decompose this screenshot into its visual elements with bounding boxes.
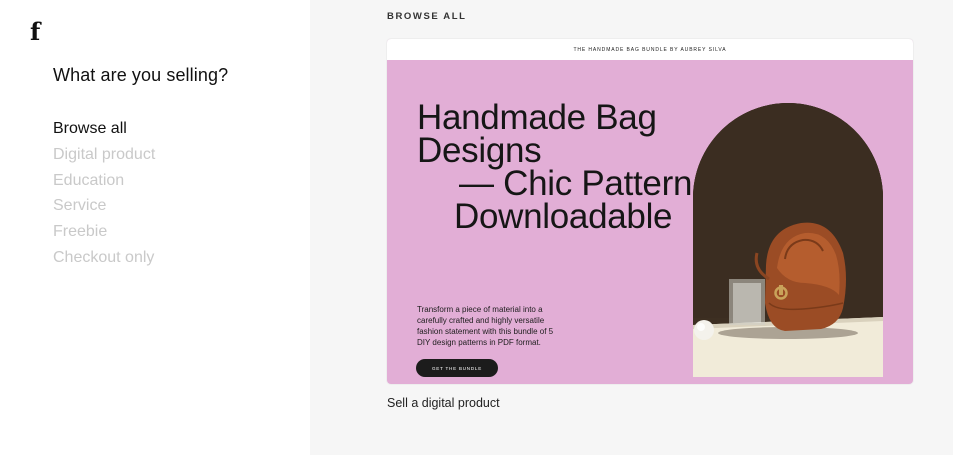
- template-caption[interactable]: Sell a digital product: [387, 396, 500, 410]
- preview-header: THE HANDMADE BAG BUNDLE BY AUBREY SILVA: [387, 39, 913, 60]
- template-gallery: BROWSE ALL THE HANDMADE BAG BUNDLE BY AU…: [310, 0, 953, 455]
- preview-header-text: THE HANDMADE BAG BUNDLE BY AUBREY SILVA: [573, 46, 727, 53]
- category-digital-product[interactable]: Digital product: [53, 142, 155, 168]
- category-browse-all[interactable]: Browse all: [53, 116, 155, 142]
- logo-icon[interactable]: f: [30, 20, 40, 44]
- preview-headline: Handmade Bag Designs — Chic Pattern Down…: [417, 98, 693, 236]
- headline-line: Handmade Bag: [417, 98, 657, 137]
- headline-line: Designs: [417, 131, 542, 170]
- headline-line: Downloadable: [454, 197, 673, 236]
- category-freebie[interactable]: Freebie: [53, 219, 155, 245]
- bag-illustration-icon: [693, 103, 883, 377]
- category-sidebar: f What are you selling? Browse all Digit…: [0, 0, 310, 455]
- category-checkout-only[interactable]: Checkout only: [53, 245, 155, 271]
- template-card[interactable]: THE HANDMADE BAG BUNDLE BY AUBREY SILVA …: [387, 39, 913, 384]
- category-service[interactable]: Service: [53, 193, 155, 219]
- page-title: What are you selling?: [53, 65, 229, 85]
- section-label: BROWSE ALL: [387, 11, 467, 22]
- get-bundle-button: GET THE BUNDLE: [416, 359, 498, 377]
- preview-description: Transform a piece of material into a car…: [417, 305, 554, 347]
- leather-bag-photo: [693, 103, 883, 377]
- category-education[interactable]: Education: [53, 168, 155, 194]
- category-list: Browse all Digital product Education Ser…: [53, 116, 155, 271]
- headline-line: — Chic Pattern: [459, 164, 693, 203]
